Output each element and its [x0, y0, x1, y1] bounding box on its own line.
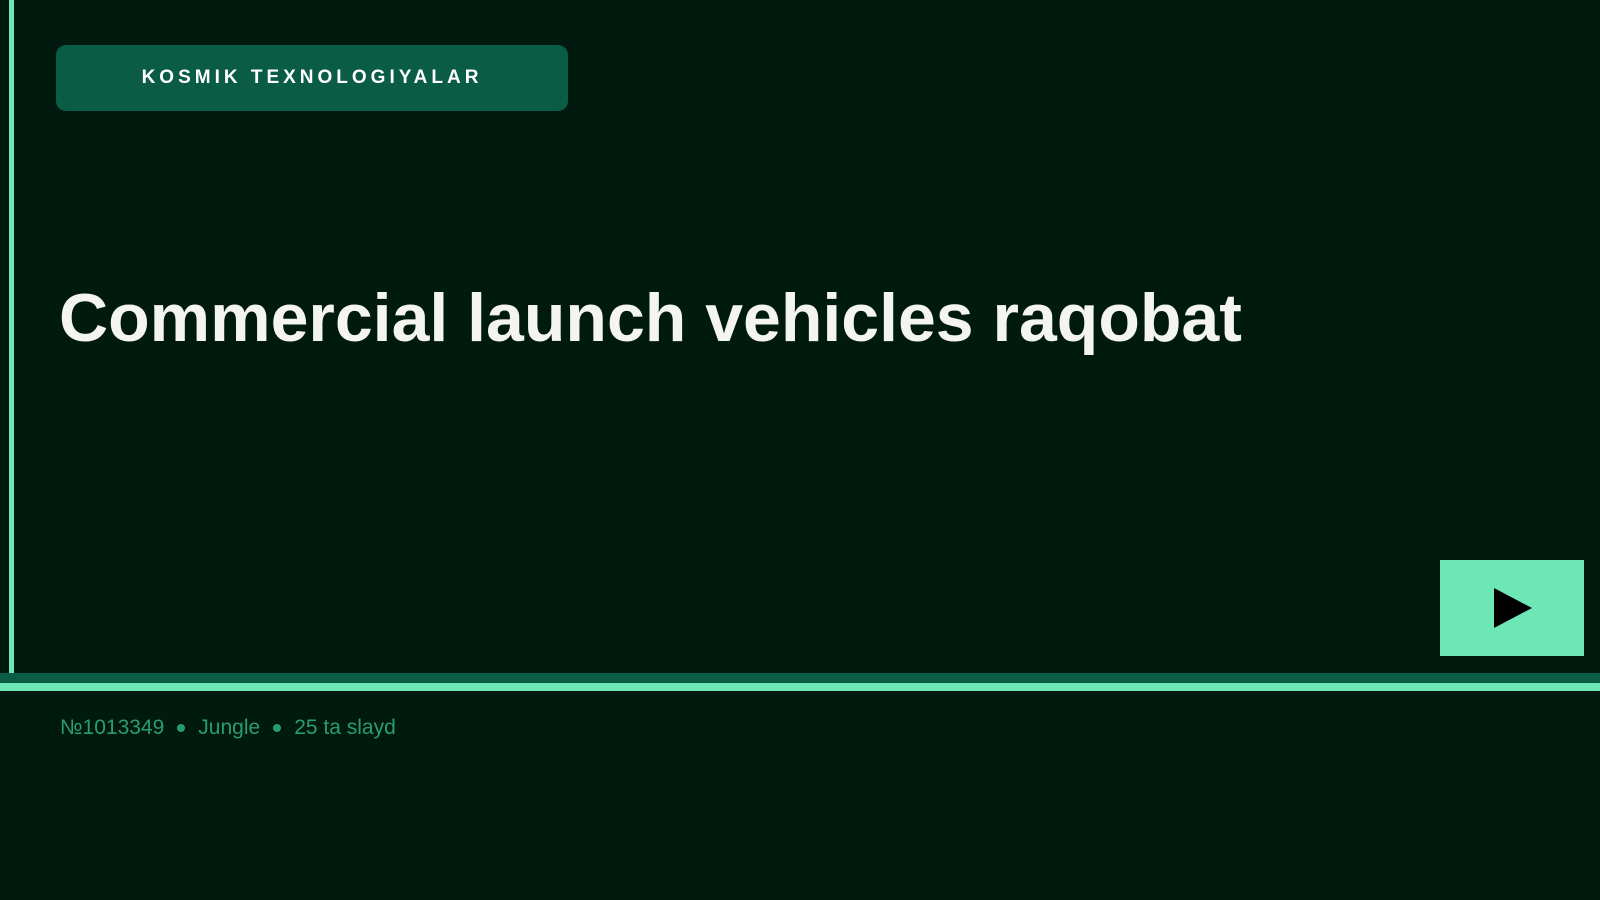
category-badge: KOSMIK TEXNOLOGIYALAR: [56, 45, 568, 111]
theme-name: Jungle: [198, 716, 261, 739]
separator-dot: [177, 724, 186, 732]
slide-title: Commercial launch vehicles raqobat: [59, 280, 1242, 356]
separator-dot: [273, 724, 282, 732]
play-icon: [1494, 588, 1532, 628]
play-button[interactable]: [1440, 560, 1584, 656]
slide-meta: №1013349 Jungle 25 ta slayd: [60, 714, 396, 742]
footer-band-light: [0, 683, 1600, 691]
left-accent-bar: [9, 0, 14, 673]
slide: KOSMIK TEXNOLOGIYALAR Commercial launch …: [0, 0, 1600, 900]
category-label: KOSMIK TEXNOLOGIYALAR: [141, 67, 483, 88]
footer-band-dark: [0, 673, 1600, 683]
presentation-number: №1013349: [60, 716, 165, 739]
slide-count: 25 ta slayd: [294, 716, 396, 739]
